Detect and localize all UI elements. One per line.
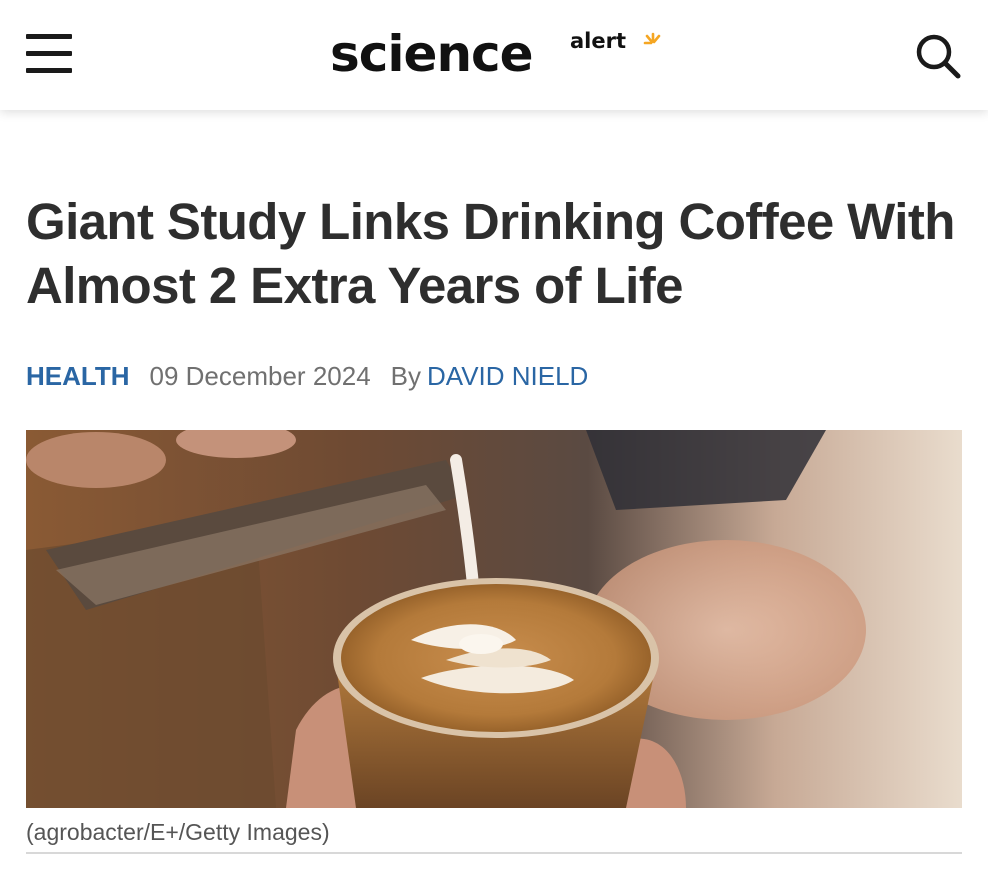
menu-bar bbox=[26, 68, 72, 73]
logo-burst-icon bbox=[643, 32, 661, 45]
search-icon[interactable] bbox=[912, 30, 964, 82]
site-header: science alert bbox=[0, 0, 988, 110]
article-meta: HEALTH 09 December 2024 By DAVID NIELD bbox=[26, 357, 588, 397]
site-logo[interactable]: science alert bbox=[330, 26, 670, 82]
category-link[interactable]: HEALTH bbox=[26, 361, 130, 391]
image-caption: (agrobacter/E+/Getty Images) bbox=[26, 819, 330, 845]
publish-date: 09 December 2024 bbox=[149, 361, 371, 391]
caption-divider bbox=[26, 852, 962, 854]
article-headline: Giant Study Links Drinking Coffee With A… bbox=[26, 193, 955, 314]
menu-bar bbox=[26, 51, 72, 56]
logo-wordmark: science bbox=[330, 25, 534, 83]
byline-label: By bbox=[390, 361, 421, 391]
author-link[interactable]: DAVID NIELD bbox=[427, 361, 588, 391]
hamburger-menu-icon[interactable] bbox=[26, 34, 72, 74]
hero-image bbox=[26, 430, 962, 808]
menu-bar bbox=[26, 34, 72, 39]
logo-subword: alert bbox=[570, 29, 627, 53]
